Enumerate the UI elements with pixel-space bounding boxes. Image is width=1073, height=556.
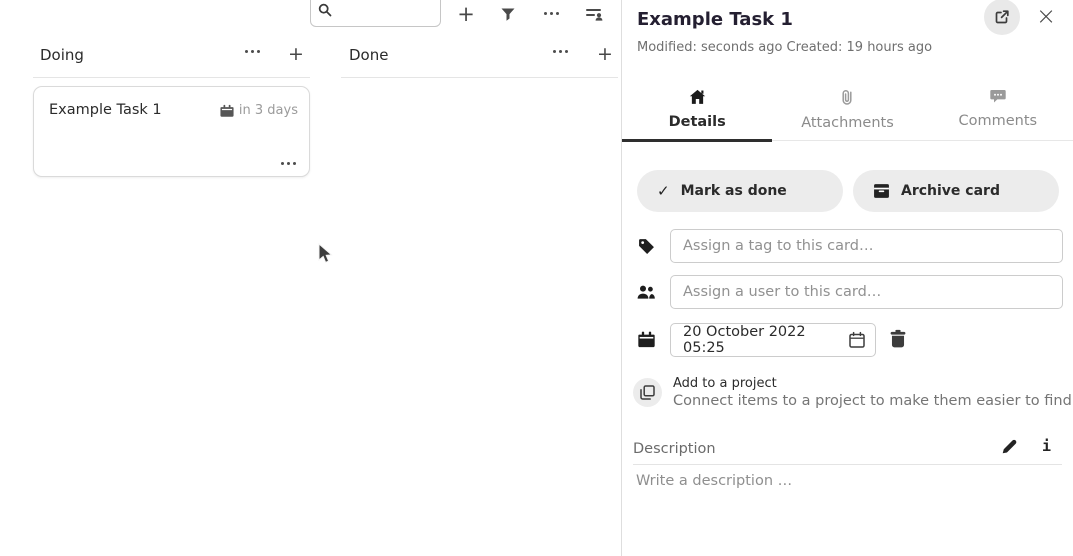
filter-icon: [500, 6, 516, 22]
open-in-new-icon: [994, 9, 1010, 25]
stacked-windows-icon: [640, 385, 655, 400]
remove-due-date-button[interactable]: [889, 329, 907, 348]
open-card-window-button[interactable]: [984, 0, 1020, 35]
calendar-outline-icon: [848, 331, 866, 349]
mouse-cursor-icon: [318, 243, 334, 265]
more-icon: [281, 162, 296, 165]
tag-entry[interactable]: [670, 229, 1063, 263]
column-done-add-button[interactable]: +: [597, 44, 613, 64]
column-doing-divider: [33, 77, 310, 78]
description-info-button[interactable]: i: [1042, 437, 1051, 455]
edit-description-button[interactable]: [1001, 438, 1018, 455]
card-due-date: in 3 days: [220, 103, 298, 118]
search-input[interactable]: [337, 3, 432, 18]
tab-details[interactable]: Details: [622, 82, 772, 142]
more-icon: [245, 50, 260, 53]
add-to-project-button[interactable]: [633, 378, 662, 407]
board-menu-button[interactable]: [544, 12, 559, 15]
archive-card-label: Archive card: [901, 183, 1000, 199]
task-card[interactable]: Example Task 1 in 3 days: [33, 86, 310, 177]
paperclip-icon: [841, 89, 853, 106]
add-card-button[interactable]: +: [455, 3, 477, 25]
tab-comments[interactable]: Comments: [923, 82, 1073, 140]
tag-input[interactable]: [671, 238, 1062, 254]
column-title-done: Done: [349, 46, 388, 64]
column-done-menu-button[interactable]: [553, 50, 568, 53]
mark-as-done-label: Mark as done: [681, 183, 787, 199]
tab-details-label: Details: [669, 114, 726, 130]
archive-card-button[interactable]: Archive card: [853, 170, 1059, 212]
people-icon: [635, 284, 657, 300]
tab-comments-label: Comments: [959, 113, 1038, 129]
add-to-project-subtitle: Connect items to a project to make them …: [673, 393, 1072, 409]
filter-button[interactable]: [500, 6, 516, 22]
tab-attachments[interactable]: Attachments: [772, 82, 922, 140]
more-icon: [544, 12, 559, 15]
show-assignees-button[interactable]: [585, 6, 604, 22]
card-title: Example Task 1: [49, 102, 162, 118]
search-icon: [318, 3, 332, 17]
archive-icon: [873, 183, 890, 199]
search-field[interactable]: [310, 0, 441, 27]
user-entry[interactable]: [670, 275, 1063, 309]
panel-card-title: Example Task 1: [637, 9, 793, 30]
mark-as-done-button[interactable]: ✓ Mark as done: [637, 170, 843, 212]
checkmark-icon: ✓: [657, 182, 670, 200]
due-date-field[interactable]: 20 October 2022 05:25: [670, 323, 876, 357]
trash-icon: [889, 329, 907, 348]
description-divider: [633, 464, 1062, 465]
panel-card-meta: Modified: seconds ago Created: 19 hours …: [637, 40, 932, 55]
pick-date-button[interactable]: [848, 331, 875, 349]
column-doing-add-button[interactable]: +: [288, 44, 304, 64]
card-due-label: in 3 days: [239, 103, 298, 118]
due-date-value: 20 October 2022 05:25: [671, 324, 848, 356]
column-title-doing: Doing: [40, 46, 84, 64]
chat-bubble-icon: [990, 89, 1006, 104]
pencil-icon: [1001, 438, 1018, 455]
home-icon: [689, 89, 706, 105]
close-panel-button[interactable]: ×: [1034, 2, 1058, 30]
list-assignees-icon: [585, 6, 604, 22]
close-icon: ×: [1036, 4, 1056, 28]
card-menu-button[interactable]: [281, 162, 296, 165]
column-doing-menu-button[interactable]: [245, 50, 260, 53]
column-done-divider: [341, 77, 618, 78]
app-window: + Doing + Done + Example Task 1: [0, 0, 1073, 556]
description-placeholder[interactable]: Write a description …: [636, 473, 792, 489]
description-label: Description: [633, 441, 716, 457]
add-to-project-title: Add to a project: [673, 376, 777, 391]
calendar-icon: [638, 331, 655, 348]
panel-tabbar: Details Attachments Comments: [622, 82, 1073, 141]
calendar-icon: [220, 104, 234, 118]
tag-icon: [638, 238, 655, 255]
user-input[interactable]: [671, 284, 1062, 300]
more-icon: [553, 50, 568, 53]
tab-attachments-label: Attachments: [801, 115, 894, 131]
